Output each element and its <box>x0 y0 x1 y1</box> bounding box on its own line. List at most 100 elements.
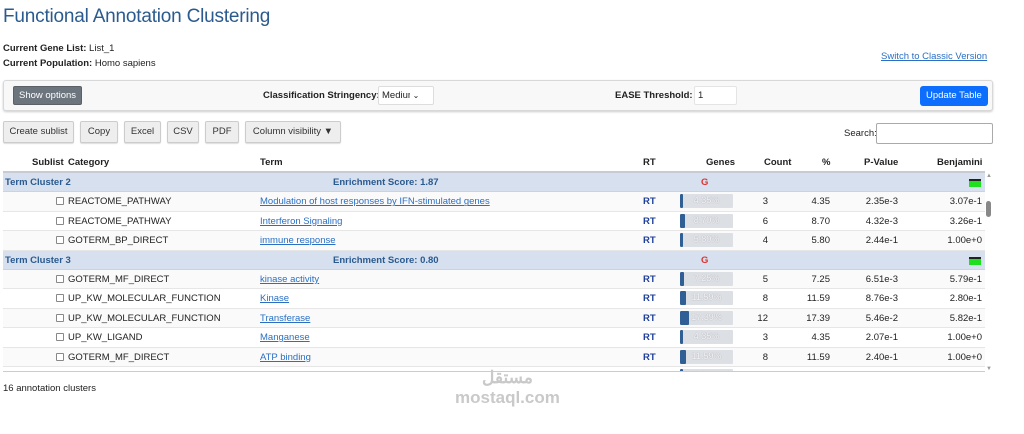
term-link[interactable]: ATP binding <box>260 352 311 363</box>
benjamini: 1.00e+0 <box>947 351 982 363</box>
term-link[interactable]: Kinase-like dom of <box>260 371 338 372</box>
percent: 11.59 <box>806 351 830 363</box>
term-link[interactable]: Kinase <box>260 293 289 304</box>
percent: 8.70 <box>811 215 831 227</box>
term-link[interactable]: Modulation of host responses by IFN-stim… <box>260 196 490 207</box>
copy-button[interactable]: Copy <box>80 121 118 143</box>
genes-bar[interactable]: 5.80% <box>680 233 733 248</box>
category: REACTOME_PATHWAY <box>68 196 172 208</box>
p-value: 2.07e-1 <box>865 332 898 344</box>
genes-bar[interactable]: 4.35% <box>680 194 733 209</box>
col-sublist[interactable]: Sublist <box>32 157 64 168</box>
p-value: 2.35e-3 <box>865 196 898 208</box>
col-rt[interactable]: RT <box>643 157 656 168</box>
search-label: Search: <box>844 128 877 139</box>
term-link[interactable]: Transferase <box>260 313 310 324</box>
col-genes[interactable]: Genes <box>706 157 735 168</box>
genes-bar[interactable]: 4.35% <box>680 330 733 345</box>
col-count[interactable]: Count <box>764 157 791 168</box>
p-value: 5.46e-2 <box>865 312 898 324</box>
sublist-checkbox[interactable] <box>56 313 64 322</box>
genes-bar[interactable]: 8.70% <box>680 213 733 228</box>
heatmap-icon[interactable] <box>969 179 981 187</box>
csv-button[interactable]: CSV <box>167 121 199 143</box>
col-term[interactable]: Term <box>260 157 283 168</box>
heatmap-icon[interactable] <box>969 256 981 265</box>
sublist-checkbox[interactable] <box>56 294 64 303</box>
count: 8 <box>762 351 768 363</box>
sublist-checkbox[interactable] <box>56 333 64 342</box>
table-row: UP_KW_MOLECULAR_FUNCTION Kinase RT 11.59… <box>3 289 985 309</box>
rt-link[interactable]: RT <box>643 274 656 285</box>
rt-link[interactable]: RT <box>643 313 656 324</box>
table-row: UP_KW_MOLECULAR_FUNCTION Transferase RT … <box>3 308 985 329</box>
table-row: GOTERM_MF_DIRECT kinase activity RT 7.25… <box>3 269 985 290</box>
genes-bar[interactable]: 5.80% <box>680 368 733 371</box>
update-table-button[interactable]: Update Table <box>920 86 988 106</box>
gene-list-info: Current Gene List: List_1 <box>3 43 115 54</box>
p-value: 2.44e-1 <box>865 235 898 247</box>
sublist-checkbox[interactable] <box>56 274 64 283</box>
col-percent[interactable]: % <box>822 157 830 168</box>
term-link[interactable]: kinase activity <box>260 274 319 285</box>
rt-link[interactable]: RT <box>643 371 656 372</box>
genes-bar[interactable]: 17.39% <box>680 310 733 325</box>
table-row: GOTERM_MF_DIRECT ATP binding RT 11.59% 8… <box>3 347 985 367</box>
sublist-checkbox[interactable] <box>56 352 64 361</box>
rt-link[interactable]: RT <box>643 352 656 363</box>
benjamini: 2.80e-1 <box>949 293 982 305</box>
term-link[interactable]: Manganese <box>260 332 310 343</box>
table-row: UP_KW_LIGAND Manganese RT 4.35% 3 4.35 2… <box>3 328 985 348</box>
col-category[interactable]: Category <box>68 157 109 168</box>
count: 5 <box>762 273 768 285</box>
switch-classic-link[interactable]: Switch to Classic Version <box>881 51 987 62</box>
category: INTERPRO <box>68 371 117 372</box>
rt-link[interactable]: RT <box>643 216 656 227</box>
benjamini: 1.00e+0 <box>933 371 982 372</box>
sublist-checkbox[interactable] <box>56 236 64 245</box>
scrollbar-thumb[interactable] <box>986 201 991 217</box>
percent: 11.59 <box>806 293 830 305</box>
stringency-select[interactable]: Medium ⌄ <box>378 86 434 105</box>
options-bar: Show options Classification Stringency: … <box>3 80 993 111</box>
benjamini: 5.79e-1 <box>949 273 982 285</box>
search-input[interactable] <box>876 123 993 144</box>
benjamini: 5.82e-1 <box>949 312 982 324</box>
pdf-button[interactable]: PDF <box>205 121 239 143</box>
cluster-count: 16 annotation clusters <box>3 383 96 394</box>
create-sublist-button[interactable]: Create sublist <box>3 121 74 143</box>
count: 6 <box>762 215 768 227</box>
col-benjamini[interactable]: Benjamini <box>937 157 982 168</box>
rt-link[interactable]: RT <box>643 332 656 343</box>
watermark-logo: مستقل mostaql.com <box>455 368 560 407</box>
benjamini: 3.07e-1 <box>949 196 982 208</box>
show-options-button[interactable]: Show options <box>13 86 83 105</box>
rt-link[interactable]: RT <box>643 293 656 304</box>
ease-input[interactable]: 1 <box>694 86 737 105</box>
genes-bar[interactable]: 11.59% <box>680 291 733 306</box>
rt-link[interactable]: RT <box>643 235 656 246</box>
benjamini: 3.26e-1 <box>949 215 982 227</box>
rt-link[interactable]: RT <box>643 196 656 207</box>
term-link[interactable]: immune response <box>260 235 336 246</box>
chevron-down-icon: ⌄ <box>412 91 420 100</box>
benjamini: 1.00e+0 <box>947 235 982 247</box>
sublist-checkbox[interactable] <box>56 197 64 206</box>
sublist-checkbox[interactable] <box>56 216 64 225</box>
category: UP_KW_MOLECULAR_FUNCTION <box>68 312 221 324</box>
scroll-down-icon[interactable]: ▼ <box>986 366 992 372</box>
table-row: REACTOME_PATHWAY Modulation of host resp… <box>3 192 985 212</box>
term-link[interactable]: Interferon Signaling <box>260 216 342 227</box>
category: GOTERM_MF_DIRECT <box>68 351 170 363</box>
gene-report-icon[interactable]: G <box>701 255 708 266</box>
col-pvalue[interactable]: P-Value <box>864 157 898 168</box>
excel-button[interactable]: Excel <box>124 121 161 143</box>
scroll-up-icon[interactable]: ▲ <box>986 173 992 179</box>
genes-bar[interactable]: 7.25% <box>680 271 733 286</box>
column-visibility-button[interactable]: Column visibility ▼ <box>245 121 341 143</box>
genes-bar[interactable]: 11.59% <box>680 349 733 364</box>
count: 12 <box>757 312 768 324</box>
percent: 7.25 <box>811 273 831 285</box>
gene-report-icon[interactable]: G <box>701 177 708 188</box>
category: GOTERM_MF_DIRECT <box>68 273 170 285</box>
